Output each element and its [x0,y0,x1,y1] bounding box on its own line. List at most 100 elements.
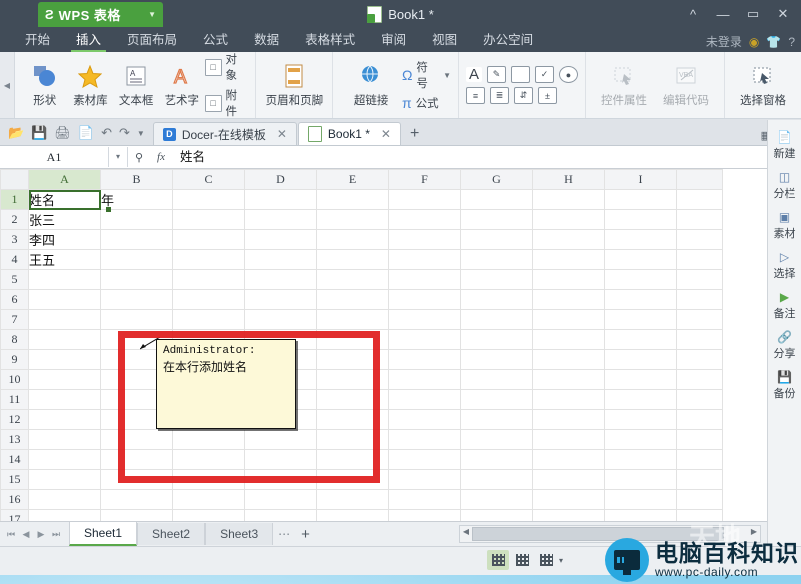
cell-g14[interactable] [461,450,533,470]
cell-h8[interactable] [533,330,605,350]
cell-a14[interactable] [29,450,101,470]
cell-f16[interactable] [389,490,461,510]
cell-f4[interactable] [389,250,461,270]
cell-e4[interactable] [317,250,389,270]
cell-i7[interactable] [605,310,677,330]
cell-b3[interactable] [101,230,173,250]
sheet-tab-sheet2[interactable]: Sheet2 [137,523,205,545]
cell-d4[interactable] [245,250,317,270]
cell-a1[interactable]: 姓名 [29,190,101,210]
cell-c2[interactable] [173,210,245,230]
page-break-view-button[interactable] [535,550,557,570]
dock-item-select[interactable]: ▷ 选择 [768,246,801,284]
row-header-16[interactable]: 16 [1,490,29,510]
cell-g10[interactable] [461,370,533,390]
cell-d16[interactable] [245,490,317,510]
save-icon[interactable]: 💾 [31,125,47,141]
next-sheet-icon[interactable]: ▶ [34,529,48,540]
cell-j16[interactable] [677,490,723,510]
dock-item-split[interactable]: ◫ 分栏 [768,166,801,204]
select-all-corner[interactable] [1,170,29,190]
cell-d17[interactable] [245,510,317,522]
cell-i11[interactable] [605,390,677,410]
chevron-down-icon[interactable]: ▼ [443,71,451,80]
minimize-button[interactable]: — [709,2,737,26]
column-header-a[interactable]: A [29,170,101,190]
print-preview-icon[interactable]: 📄 [78,125,94,141]
row-header-10[interactable]: 10 [1,370,29,390]
cell-d3[interactable] [245,230,317,250]
cell-g13[interactable] [461,430,533,450]
sheet-tab-sheet3[interactable]: Sheet3 [205,523,273,545]
cell-a2[interactable]: 张三 [29,210,101,230]
formula-input[interactable]: 姓名 [172,147,801,167]
cell-g5[interactable] [461,270,533,290]
cell-j7[interactable] [677,310,723,330]
name-box-caret-icon[interactable]: ▾ [109,147,128,167]
cell-h15[interactable] [533,470,605,490]
cell-b1[interactable]: 年 [101,190,173,210]
menu-item-data[interactable]: 数据 [241,29,292,52]
cell-e17[interactable] [317,510,389,522]
row-header-14[interactable]: 14 [1,450,29,470]
cell-i13[interactable] [605,430,677,450]
cell-g4[interactable] [461,250,533,270]
cell-h5[interactable] [533,270,605,290]
dock-item-material[interactable]: ▣ 素材 [768,206,801,244]
cell-c4[interactable] [173,250,245,270]
cell-f12[interactable] [389,410,461,430]
cell-h3[interactable] [533,230,605,250]
maximize-button[interactable]: ▭ [739,2,767,26]
app-tab[interactable]: S WPS 表格 ▼ [38,2,163,27]
sheet-overflow-icon[interactable]: ⋯ [273,527,295,541]
cell-g7[interactable] [461,310,533,330]
cell-f11[interactable] [389,390,461,410]
column-header-h[interactable]: H [533,170,605,190]
close-button[interactable]: ✕ [769,2,797,26]
cell-f10[interactable] [389,370,461,390]
cell-i17[interactable] [605,510,677,522]
row-header-4[interactable]: 4 [1,250,29,270]
cell-i8[interactable] [605,330,677,350]
cell-c7[interactable] [173,310,245,330]
ribbon-collapse-left-icon[interactable]: ◀ [0,52,15,118]
cell-e7[interactable] [317,310,389,330]
cell-i4[interactable] [605,250,677,270]
cell-f9[interactable] [389,350,461,370]
control-properties-button[interactable]: 控件属性 [593,55,655,115]
cell-f2[interactable] [389,210,461,230]
cell-h16[interactable] [533,490,605,510]
cell-f3[interactable] [389,230,461,250]
column-header-f[interactable]: F [389,170,461,190]
cell-j4[interactable] [677,250,723,270]
menu-item-start[interactable]: 开始 [12,29,63,52]
cell-j2[interactable] [677,210,723,230]
cell-i1[interactable] [605,190,677,210]
material-library-button[interactable]: 素材库 [68,55,114,115]
row-header-1[interactable]: 1 [1,190,29,210]
cell-d7[interactable] [245,310,317,330]
cell-j10[interactable] [677,370,723,390]
cell-g15[interactable] [461,470,533,490]
cell-e16[interactable] [317,490,389,510]
ribbon-toggle-button[interactable]: ^ [679,2,707,26]
edit-code-button[interactable]: VBA 编辑代码 [655,55,717,115]
row-header-2[interactable]: 2 [1,210,29,230]
cell-g11[interactable] [461,390,533,410]
selection-fill-handle[interactable] [106,207,111,212]
cell-h1[interactable] [533,190,605,210]
login-status-label[interactable]: 未登录 [706,33,742,50]
redo-icon[interactable]: ↷ [119,125,130,141]
cell-a4[interactable]: 王五 [29,250,101,270]
cell-j13[interactable] [677,430,723,450]
cell-g3[interactable] [461,230,533,250]
cell-f5[interactable] [389,270,461,290]
formula-button[interactable]: π 公式 [402,95,451,111]
cell-g1[interactable] [461,190,533,210]
menu-item-view[interactable]: 视图 [419,29,470,52]
row-header-6[interactable]: 6 [1,290,29,310]
radio-control-icon[interactable]: ● [559,66,578,83]
label-control-icon[interactable]: A [466,67,482,82]
cell-b16[interactable] [101,490,173,510]
cell-a3[interactable]: 李四 [29,230,101,250]
